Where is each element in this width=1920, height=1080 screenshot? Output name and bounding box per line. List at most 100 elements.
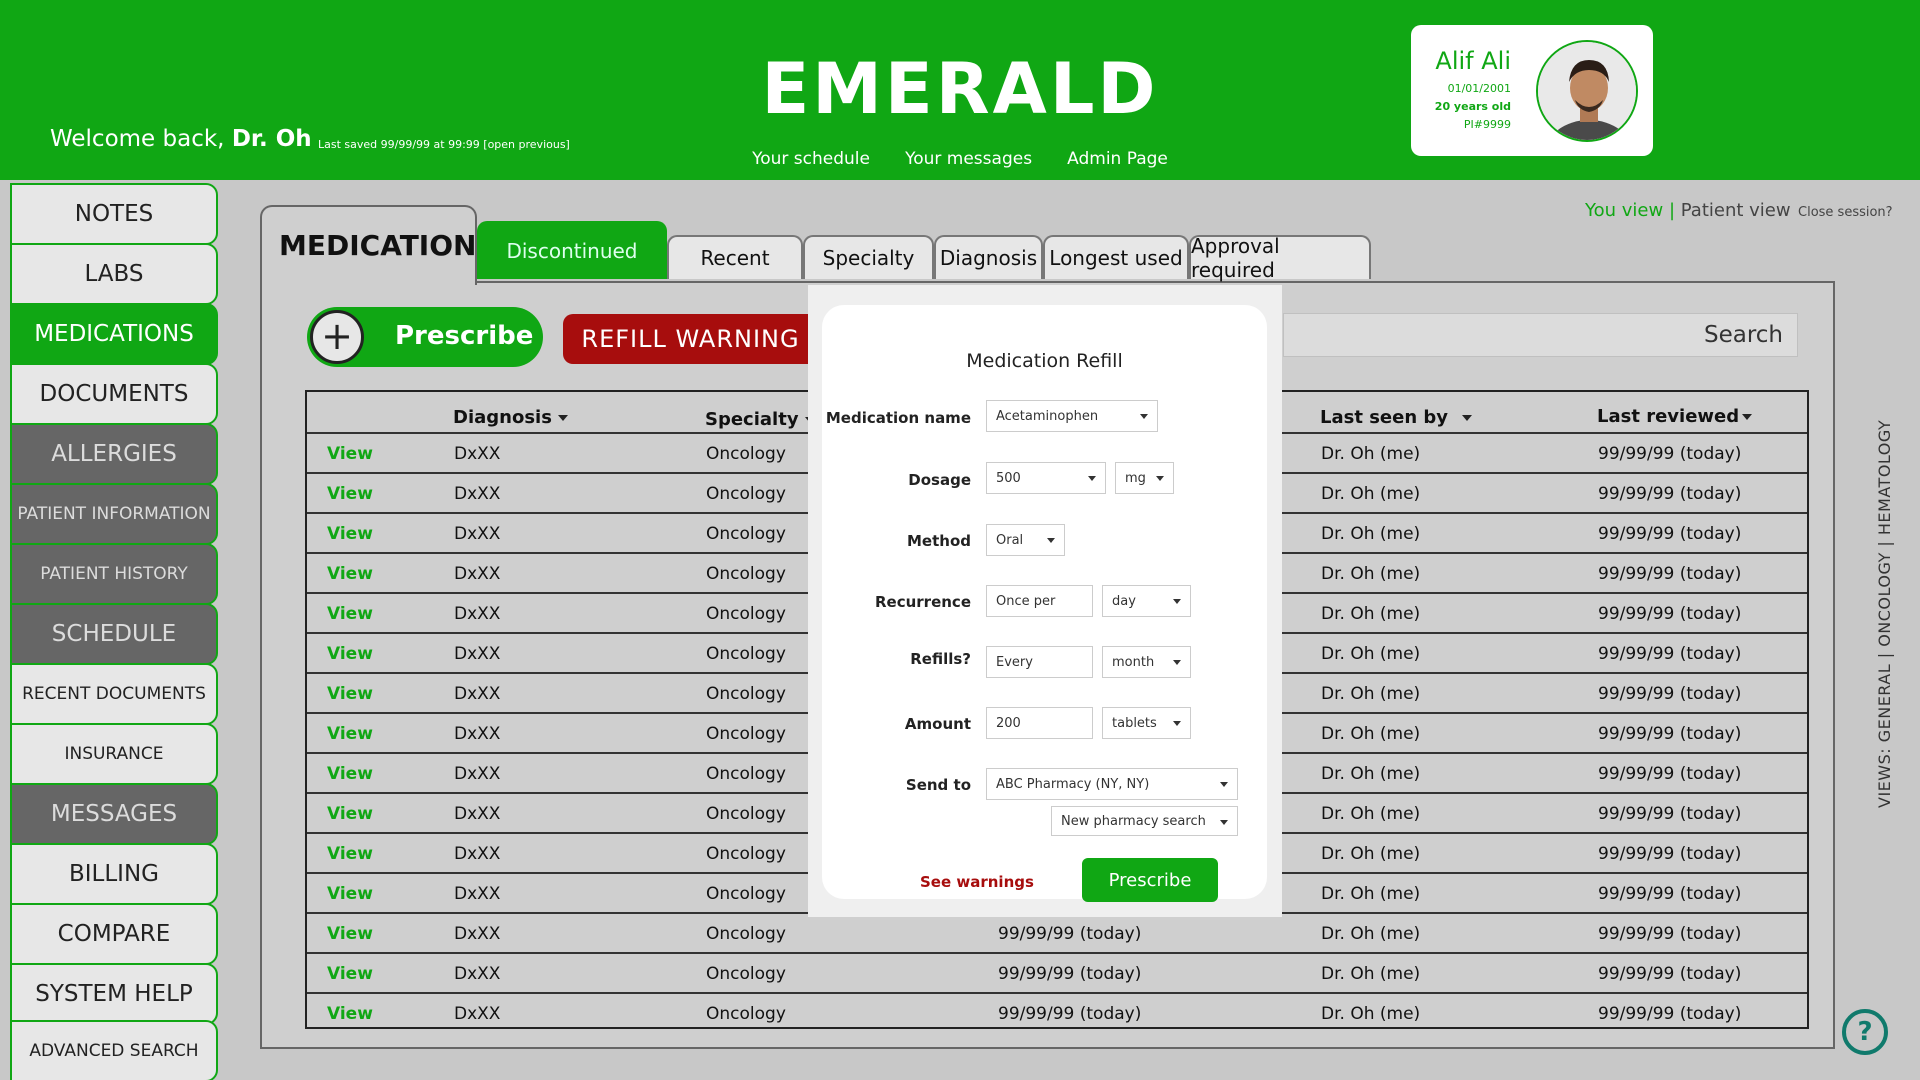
patient-age: 20 years old <box>1434 100 1511 113</box>
nav-your-messages[interactable]: Your messages <box>905 149 1032 169</box>
tab-longest-used[interactable]: Longest used <box>1043 235 1189 279</box>
sort-caret-icon <box>1462 415 1473 421</box>
tab-specialty[interactable]: Specialty <box>803 235 934 279</box>
view-link[interactable]: View <box>327 724 373 744</box>
search-input[interactable]: Search <box>1283 313 1798 357</box>
tab-discontinued[interactable]: Discontinued <box>477 221 667 279</box>
view-link[interactable]: View <box>327 684 373 704</box>
cell-seen-by: Dr. Oh (me) <box>1321 484 1421 504</box>
cell-diagnosis: DxXX <box>454 724 501 744</box>
patient-id: PI#9999 <box>1463 118 1511 131</box>
view-link[interactable]: View <box>327 444 373 464</box>
cell-diagnosis: DxXX <box>454 964 501 984</box>
prescribe-button[interactable]: + Prescribe <box>307 307 543 367</box>
patient-card[interactable]: Alif Ali 01/01/2001 20 years old PI#9999 <box>1411 25 1653 156</box>
you-view-link[interactable]: You view <box>1585 200 1663 221</box>
medication-name-label: Medication name <box>825 409 971 427</box>
table-row: View DxXX Oncology 99/99/99 (today) Dr. Oh (… <box>307 992 1807 1032</box>
sidebar-item-patient-history[interactable]: PATIENT HISTORY <box>10 543 218 605</box>
sidebar-item-advanced-search[interactable]: ADVANCED SEARCH <box>10 1020 218 1080</box>
cell-date: 99/99/99 (today) <box>998 924 1142 944</box>
header-last-seen-by[interactable]: Last seen by <box>1320 407 1473 428</box>
view-link[interactable]: View <box>327 1004 373 1024</box>
cell-diagnosis: DxXX <box>454 884 501 904</box>
nav-admin-page[interactable]: Admin Page <box>1067 149 1168 169</box>
tab-approval-required[interactable]: Approval required <box>1189 234 1371 282</box>
dropdown-arrow-icon <box>1220 820 1228 825</box>
cell-specialty: Oncology <box>706 644 786 664</box>
patient-dob: 01/01/2001 <box>1447 82 1511 95</box>
cell-seen-by: Dr. Oh (me) <box>1321 564 1421 584</box>
view-link[interactable]: View <box>327 484 373 504</box>
refills-unit-select[interactable]: month <box>1102 646 1191 678</box>
header-last-reviewed[interactable]: Last reviewed <box>1597 406 1753 427</box>
sidebar-item-patient-information[interactable]: PATIENT INFORMATION <box>10 483 218 545</box>
table-row: View DxXX Oncology 99/99/99 (today) Dr. Oh (… <box>307 952 1807 992</box>
view-link[interactable]: View <box>327 804 373 824</box>
cell-specialty: Oncology <box>706 564 786 584</box>
cell-diagnosis: DxXX <box>454 524 501 544</box>
recurrence-unit-select[interactable]: day <box>1102 585 1191 617</box>
cell-diagnosis: DxXX <box>454 1004 501 1024</box>
method-select[interactable]: Oral <box>986 524 1065 556</box>
recurrence-value: Once per <box>996 594 1056 609</box>
dosage-select[interactable]: 500 <box>986 462 1106 494</box>
cell-seen-by: Dr. Oh (me) <box>1321 724 1421 744</box>
recurrence-input[interactable]: Once per <box>986 585 1093 617</box>
view-link[interactable]: View <box>327 964 373 984</box>
refill-warning-button[interactable]: REFILL WARNING <box>563 314 818 364</box>
view-link[interactable]: View <box>327 644 373 664</box>
search-label: Search <box>1703 322 1783 348</box>
app-header: EMERALD Welcome back, Dr. Oh Last saved … <box>0 0 1920 180</box>
view-link[interactable]: View <box>327 844 373 864</box>
sort-caret-icon <box>557 415 568 421</box>
dosage-unit-select[interactable]: mg <box>1115 462 1174 494</box>
see-warnings-link[interactable]: See warnings <box>920 873 1034 891</box>
amount-unit-select[interactable]: tablets <box>1102 707 1191 739</box>
medication-name-select[interactable]: Acetaminophen <box>986 400 1158 432</box>
recurrence-label: Recurrence <box>874 593 971 611</box>
views-label[interactable]: VIEWS: GENERAL | ONCOLOGY | HEMATOLOGY <box>1875 420 1894 808</box>
patient-view-link[interactable]: Patient view <box>1681 200 1791 221</box>
tab-medications[interactable]: MEDICATIONS <box>260 205 497 285</box>
cell-reviewed: 99/99/99 (today) <box>1598 484 1742 504</box>
cell-diagnosis: DxXX <box>454 844 501 864</box>
view-link[interactable]: View <box>327 604 373 624</box>
view-link[interactable]: View <box>327 924 373 944</box>
cell-reviewed: 99/99/99 (today) <box>1598 804 1742 824</box>
refills-input[interactable]: Every <box>986 646 1093 678</box>
tab-recent[interactable]: Recent <box>667 235 803 279</box>
sidebar-item-system-help[interactable]: SYSTEM HELP <box>10 963 218 1025</box>
sidebar-item-compare[interactable]: COMPARE <box>10 903 218 965</box>
sidebar-item-documents[interactable]: DOCUMENTS <box>10 363 218 425</box>
sidebar-item-insurance[interactable]: INSURANCE <box>10 723 218 785</box>
sidebar-item-billing[interactable]: BILLING <box>10 843 218 905</box>
header-diagnosis[interactable]: Diagnosis <box>453 407 568 428</box>
sidebar-item-messages[interactable]: MESSAGES <box>10 783 218 845</box>
modal-prescribe-button[interactable]: Prescribe <box>1082 858 1218 902</box>
help-icon[interactable]: ? <box>1842 1009 1888 1055</box>
new-pharmacy-search-select[interactable]: New pharmacy search <box>1051 806 1238 836</box>
send-to-select[interactable]: ABC Pharmacy (NY, NY) <box>986 768 1238 800</box>
amount-input[interactable]: 200 <box>986 707 1093 739</box>
view-link[interactable]: View <box>327 764 373 784</box>
cell-specialty: Oncology <box>706 444 786 464</box>
sidebar-item-labs[interactable]: LABS <box>10 243 218 305</box>
nav-your-schedule[interactable]: Your schedule <box>752 149 870 169</box>
cell-reviewed: 99/99/99 (today) <box>1598 884 1742 904</box>
sidebar-item-schedule[interactable]: SCHEDULE <box>10 603 218 665</box>
sidebar-item-notes[interactable]: NOTES <box>10 183 218 245</box>
view-link[interactable]: View <box>327 564 373 584</box>
close-session-link[interactable]: Close session? <box>1798 205 1893 220</box>
sidebar-item-recent-documents[interactable]: RECENT DOCUMENTS <box>10 663 218 725</box>
dropdown-arrow-icon <box>1173 660 1181 665</box>
view-link[interactable]: View <box>327 884 373 904</box>
view-link[interactable]: View <box>327 524 373 544</box>
sidebar-item-allergies[interactable]: ALLERGIES <box>10 423 218 485</box>
cell-reviewed: 99/99/99 (today) <box>1598 684 1742 704</box>
sidebar-item-medications[interactable]: MEDICATIONS <box>10 303 218 365</box>
header-diagnosis-label: Diagnosis <box>453 407 552 428</box>
header-specialty[interactable]: Specialty <box>705 409 815 430</box>
cell-specialty: Oncology <box>706 724 786 744</box>
tab-diagnosis[interactable]: Diagnosis <box>934 235 1043 279</box>
